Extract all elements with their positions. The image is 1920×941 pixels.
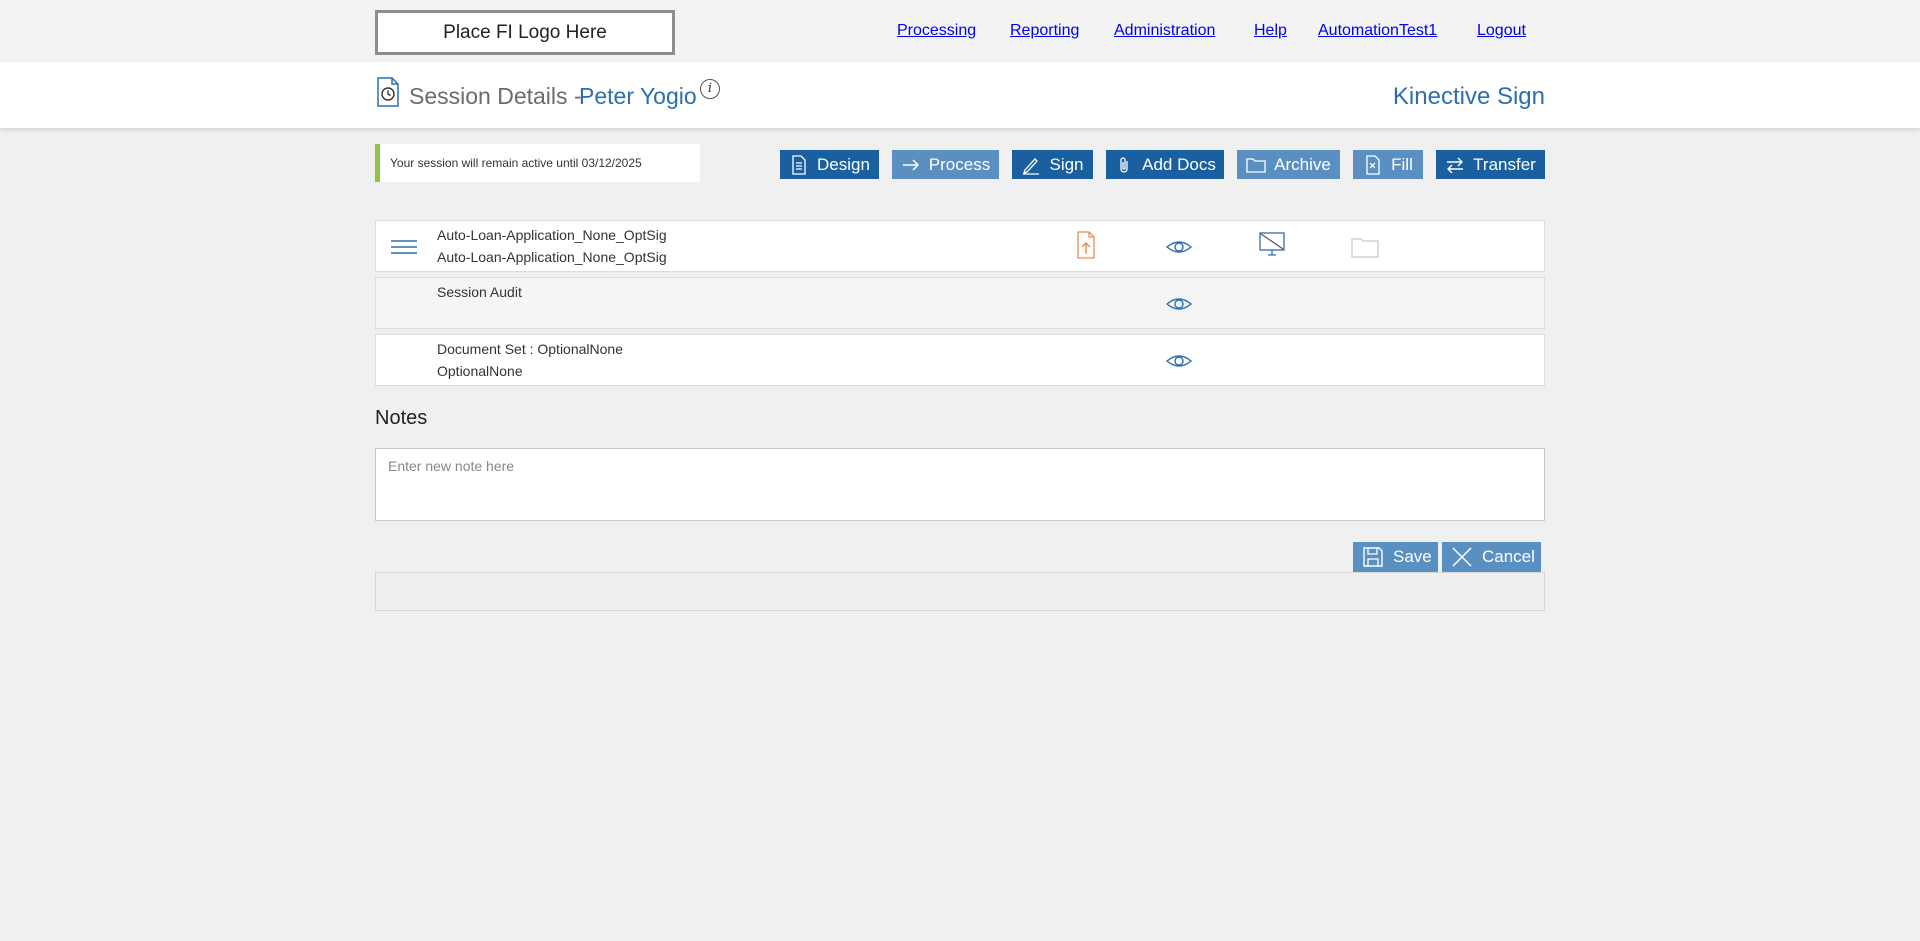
folder-icon (1246, 157, 1266, 173)
sign-button[interactable]: Sign (1012, 150, 1093, 179)
save-button-label: Save (1393, 547, 1432, 566)
eye-icon[interactable] (1165, 290, 1193, 318)
process-button[interactable]: Process (892, 150, 999, 179)
document-name: Auto-Loan-Application_None_OptSig (437, 227, 667, 243)
nav-help[interactable]: Help (1254, 22, 1287, 40)
eye-icon[interactable] (1165, 347, 1193, 375)
monitor-disabled-icon[interactable] (1258, 231, 1286, 259)
folder-icon[interactable] (1351, 233, 1379, 261)
note-input[interactable] (375, 448, 1545, 521)
paperclip-icon (1120, 156, 1128, 173)
info-icon[interactable]: i (700, 79, 720, 99)
document-row: Document Set : OptionalNone OptionalNone (375, 334, 1545, 386)
arrow-right-icon (902, 158, 919, 171)
add-docs-button-label: Add Docs (1142, 154, 1216, 174)
document-row: Auto-Loan-Application_None_OptSig Auto-L… (375, 220, 1545, 272)
process-button-label: Process (928, 154, 991, 174)
add-docs-button[interactable]: Add Docs (1106, 150, 1224, 179)
document-row: Session Audit (375, 277, 1545, 329)
fill-button[interactable]: Fill (1353, 150, 1423, 179)
design-icon (792, 154, 806, 175)
document-template: Auto-Loan-Application_None_OptSig (437, 249, 667, 265)
page-title: Session Details - (409, 83, 582, 109)
page-header (0, 62, 1920, 128)
nav-processing[interactable]: Processing (897, 22, 976, 40)
document-template: OptionalNone (437, 363, 523, 379)
nav-reporting[interactable]: Reporting (1010, 22, 1079, 40)
eye-icon[interactable] (1165, 233, 1193, 261)
close-icon (1452, 547, 1472, 567)
nav-administration[interactable]: Administration (1114, 22, 1215, 40)
menu-icon[interactable] (390, 233, 418, 261)
transfer-button-label: Transfer (1473, 154, 1536, 174)
transfer-button[interactable]: Transfer (1436, 150, 1545, 179)
transfer-arrows-icon (1447, 157, 1464, 173)
fi-logo-placeholder: Place FI Logo Here (375, 10, 675, 55)
fill-form-icon (1366, 154, 1380, 175)
top-bar: Place FI Logo Here Processing Reporting … (0, 0, 1920, 62)
archive-button[interactable]: Archive (1237, 150, 1340, 179)
document-name: Session Audit (437, 284, 522, 300)
notes-list (375, 572, 1545, 611)
brand-name: Kinective Sign (1392, 83, 1545, 110)
save-button[interactable]: Save (1353, 542, 1438, 572)
document-set-name: Document Set : OptionalNone (437, 341, 623, 357)
cancel-button-label: Cancel (1482, 547, 1535, 566)
design-button[interactable]: Design (780, 150, 879, 179)
nav-user-account[interactable]: AutomationTest1 (1318, 22, 1437, 40)
nav-logout[interactable]: Logout (1477, 22, 1526, 40)
save-icon (1363, 547, 1383, 567)
upload-document-icon[interactable] (1072, 231, 1100, 259)
archive-button-label: Archive (1274, 154, 1331, 174)
cancel-button[interactable]: Cancel (1442, 542, 1541, 572)
fill-button-label: Fill (1391, 154, 1413, 174)
session-history-icon (377, 77, 399, 107)
design-button-label: Design (817, 154, 870, 174)
notes-heading: Notes (375, 407, 428, 429)
session-expiry-message: Your session will remain active until 03… (375, 144, 700, 182)
client-name: Peter Yogio (579, 83, 697, 109)
sign-button-label: Sign (1049, 154, 1084, 174)
pen-icon (1023, 157, 1040, 175)
